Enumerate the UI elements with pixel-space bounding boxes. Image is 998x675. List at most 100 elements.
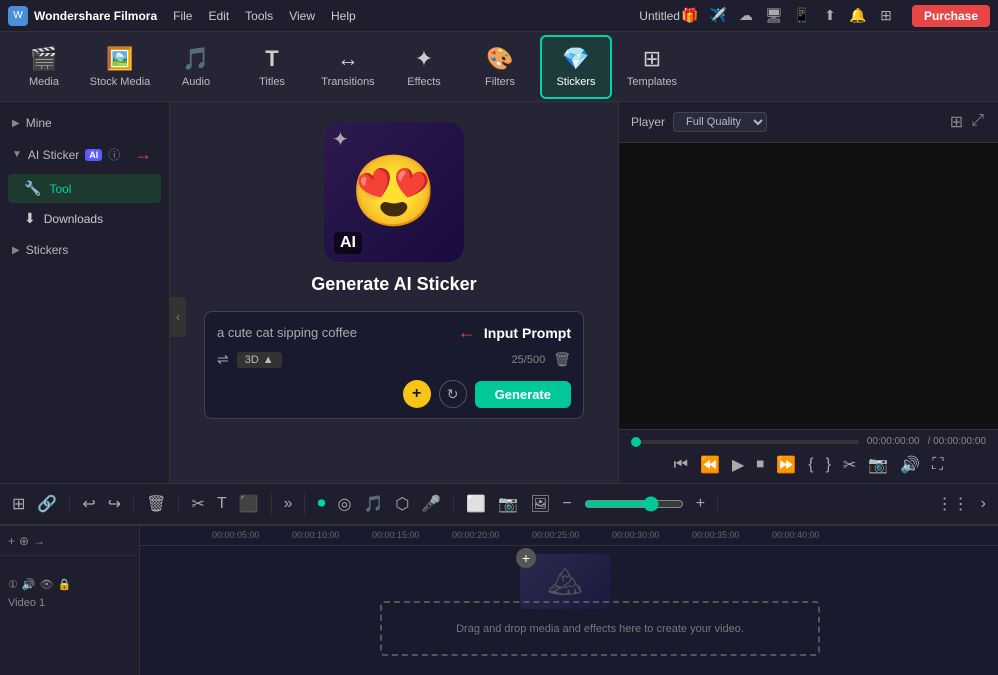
mark-out-button[interactable]: }	[824, 454, 833, 476]
drop-zone[interactable]: Drag and drop media and effects here to …	[380, 601, 820, 656]
progress-dot	[631, 437, 641, 447]
prompt-controls: ⇌ 3D ▲ 25/500 🗑	[217, 351, 571, 368]
marker-button[interactable]: ⬡	[391, 490, 413, 518]
zoom-in-button[interactable]: +	[692, 491, 709, 517]
cloud-icon[interactable]: ☁	[736, 6, 756, 26]
skip-back-button[interactable]: ⏮	[672, 454, 690, 476]
clip-track-button[interactable]: ⬜	[462, 490, 490, 518]
titles-label: Titles	[259, 76, 285, 88]
trash-icon[interactable]: 🗑	[553, 351, 571, 368]
mine-arrow-icon: ▶	[12, 118, 20, 129]
motion-button[interactable]: ◎	[333, 490, 355, 518]
monitor-icon[interactable]: 🖥	[764, 6, 784, 26]
bell-icon[interactable]: 🔔	[848, 6, 868, 26]
stock-media-label: Stock Media	[90, 76, 151, 88]
info-icon[interactable]: ⓘ	[108, 146, 120, 163]
undo-button[interactable]: ↩	[78, 490, 99, 518]
ai-sticker-label: AI Sticker	[28, 148, 79, 162]
prompt-text[interactable]: a cute cat sipping coffee	[217, 325, 450, 340]
toolbar-media[interactable]: 🎬 Media	[8, 35, 80, 99]
quality-select[interactable]: Full Quality	[673, 112, 767, 132]
toolbar-templates[interactable]: ⊞ Templates	[616, 35, 688, 99]
add-button[interactable]: +	[403, 380, 431, 408]
toolbar-audio[interactable]: 🎵 Audio	[160, 35, 232, 99]
zoom-out-button[interactable]: −	[558, 491, 575, 517]
shuffle-icon[interactable]: ⇌	[217, 351, 229, 368]
menu-tools[interactable]: Tools	[245, 9, 273, 23]
video-track-label: Video 1	[0, 597, 139, 609]
generate-button[interactable]: Generate	[475, 381, 571, 408]
add-track-icon[interactable]: +	[8, 534, 15, 548]
frame-forward-button[interactable]: ⏩	[774, 453, 798, 477]
audio-track-icon[interactable]: 🔊	[22, 578, 36, 591]
toolbar-titles[interactable]: T Titles	[236, 35, 308, 99]
red-arrow-prompt: ←	[458, 322, 476, 343]
media-add-button[interactable]: 📷	[494, 490, 522, 518]
mark-in-button[interactable]: {	[806, 454, 815, 476]
clip-button[interactable]: ✂	[841, 453, 858, 477]
add-media-button[interactable]: +	[516, 548, 536, 568]
arrow-icon[interactable]: →	[33, 534, 45, 548]
video-visibility-icon[interactable]: 👁	[40, 578, 54, 591]
audio-track-button[interactable]: 🎵	[359, 490, 387, 518]
top-bar: W Wondershare Filmora File Edit Tools Vi…	[0, 0, 998, 32]
menu-view[interactable]: View	[289, 9, 315, 23]
toolbar-filters[interactable]: 🎨 Filters	[464, 35, 536, 99]
more-options-button[interactable]: ›	[977, 491, 990, 517]
zoom-slider[interactable]	[584, 496, 684, 512]
lock-icon[interactable]: 🔒	[58, 578, 72, 591]
phone-icon[interactable]: 📱	[792, 6, 812, 26]
text-button[interactable]: T	[213, 491, 231, 517]
sparkle-decoration: ✦	[332, 127, 349, 152]
toolbar-stock-media[interactable]: 🖼️ Stock Media	[84, 35, 156, 99]
menu-edit[interactable]: Edit	[208, 9, 229, 23]
frame-back-button[interactable]: ⏪	[698, 453, 722, 477]
audio-button[interactable]: 🔊	[898, 453, 922, 477]
grid-icon[interactable]: ⊞	[876, 6, 896, 26]
purchase-button[interactable]: Purchase	[912, 5, 990, 27]
timeline: + ⊕ → ① 🔊 👁 🔒 Video 1 00:00:05:00 00:00:…	[0, 525, 998, 675]
fullscreen-button[interactable]: ⛶	[930, 454, 945, 476]
settings-button[interactable]: ⋮⋮	[933, 490, 973, 518]
toolbar-transitions[interactable]: ↔ Transitions	[312, 35, 384, 99]
stickers-icon: 💎	[562, 46, 589, 72]
voice-button[interactable]: 🎤	[417, 490, 445, 518]
sidebar-section-mine[interactable]: ▶ Mine	[0, 110, 169, 136]
prompt-box: a cute cat sipping coffee ← Input Prompt…	[204, 311, 584, 419]
share-icon[interactable]: ✈️	[708, 6, 728, 26]
stickers-arrow-icon: ▶	[12, 245, 20, 256]
stickers-label: Stickers	[556, 76, 595, 88]
refresh-button[interactable]: ↻	[439, 380, 467, 408]
delete-button[interactable]: 🗑	[142, 490, 170, 518]
toolbar-effects[interactable]: ✦ Effects	[388, 35, 460, 99]
crop-button[interactable]: ⬛	[235, 490, 263, 518]
toolbar-stickers[interactable]: 💎 Stickers	[540, 35, 612, 99]
expand-view-icon[interactable]: ⤢	[969, 110, 986, 134]
timeline-header: + ⊕ →	[0, 526, 139, 556]
scene-button[interactable]: ⊞	[8, 490, 29, 518]
cut-button[interactable]: ✂	[187, 490, 208, 518]
sidebar-section-stickers[interactable]: ▶ Stickers	[0, 237, 169, 263]
stop-button[interactable]: ⏹	[754, 454, 766, 476]
grid-view-icon[interactable]: ⊞	[948, 110, 965, 134]
magnet-button[interactable]: 🔗	[33, 490, 61, 518]
timeline-sidebar: + ⊕ → ① 🔊 👁 🔒 Video 1	[0, 526, 140, 675]
record-button[interactable]: ⏺	[313, 491, 329, 517]
sequence-icon[interactable]: ⊕	[19, 534, 29, 548]
more-button[interactable]: »	[280, 491, 297, 517]
filters-icon: 🎨	[486, 46, 513, 72]
snapshot-button[interactable]: 📷	[866, 453, 890, 477]
content-area: ✦ 😍 AI Generate AI Sticker a cute cat si…	[170, 102, 618, 483]
gift-icon[interactable]: 🎁	[680, 6, 700, 26]
redo-button[interactable]: ↪	[104, 490, 125, 518]
camera-button[interactable]: 🖼	[526, 490, 554, 518]
play-button[interactable]: ▶	[730, 453, 746, 477]
sidebar-item-tool[interactable]: 🔧 Tool	[8, 174, 161, 203]
progress-bar[interactable]	[631, 440, 859, 444]
menu-help[interactable]: Help	[331, 9, 356, 23]
sidebar-item-downloads[interactable]: ⬇ Downloads	[8, 204, 161, 233]
style-button[interactable]: 3D ▲	[237, 352, 282, 368]
upload-icon[interactable]: ⬆	[820, 6, 840, 26]
collapse-sidebar-button[interactable]: ‹	[170, 297, 186, 337]
menu-file[interactable]: File	[173, 9, 192, 23]
